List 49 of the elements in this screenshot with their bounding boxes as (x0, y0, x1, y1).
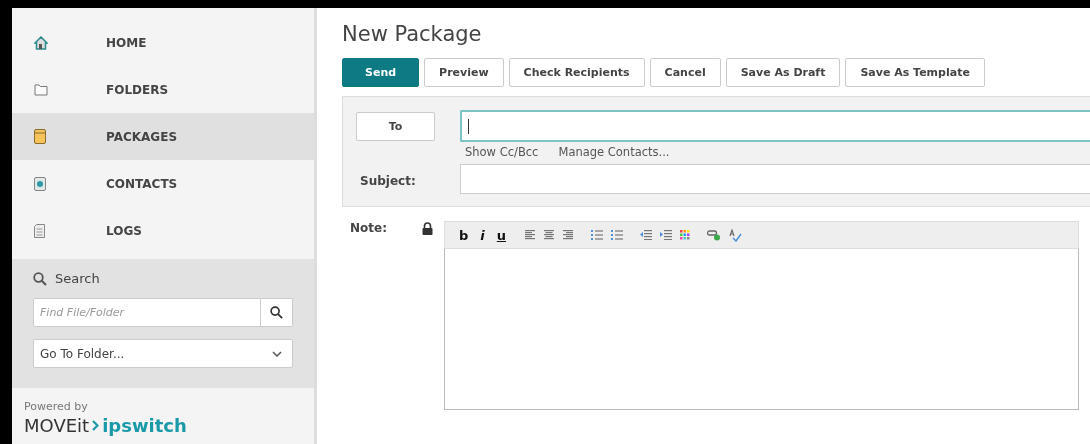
page-title: New Package (342, 22, 483, 46)
action-button[interactable]: Preview (424, 58, 504, 87)
action-button[interactable]: Save As Draft (725, 58, 841, 87)
bulleted-list-icon[interactable] (591, 230, 604, 240)
contacts-icon (34, 176, 46, 191)
color-grid-icon[interactable] (680, 230, 691, 240)
company-logo: ipswitch (102, 415, 187, 436)
find-field[interactable]: Find File/Folder (33, 298, 261, 327)
underline-button[interactable]: u (494, 227, 509, 243)
link[interactable]: Show Cc/Bcc (465, 145, 539, 159)
house-icon (34, 35, 48, 50)
link-icon[interactable] (707, 229, 722, 241)
action-button[interactable]: Cancel (649, 58, 721, 87)
nav-item[interactable]: HOME (12, 19, 314, 66)
document-icon (34, 223, 45, 238)
link[interactable]: Manage Contacts... (558, 145, 670, 159)
search-icon (33, 271, 47, 286)
action-button[interactable]: Send (342, 58, 420, 87)
nav-item[interactable]: FOLDERS (12, 66, 314, 113)
nav-item[interactable]: LOGS (12, 207, 314, 254)
folder-dropdown[interactable]: Go To Folder... (33, 339, 293, 368)
lock-icon (422, 222, 433, 235)
search-heading: Search (55, 271, 100, 286)
outdent-icon[interactable] (640, 230, 653, 240)
action-button[interactable]: Check Recipients (508, 58, 645, 87)
action-button[interactable]: Save As Template (845, 58, 985, 87)
italic-button[interactable]: i (478, 227, 487, 243)
search-icon (270, 306, 283, 319)
align-center-icon[interactable] (544, 230, 556, 240)
subject-field[interactable] (460, 164, 1090, 194)
folder-icon (34, 83, 48, 96)
chevron-right-icon (92, 420, 100, 431)
numbered-list-icon[interactable] (611, 230, 624, 240)
align-left-icon[interactable] (525, 230, 537, 240)
indent-icon[interactable] (660, 230, 673, 240)
subject-label: Subject: (359, 173, 416, 188)
nav-item[interactable]: CONTACTS (12, 160, 314, 207)
nav-item[interactable]: PACKAGES (12, 113, 314, 160)
note-label: Note: (349, 221, 388, 235)
bold-button[interactable]: b (457, 227, 471, 243)
to-button[interactable]: To (356, 111, 435, 141)
package-icon (34, 129, 46, 144)
align-right-icon[interactable] (563, 230, 575, 240)
product-logo: MOVEit (24, 415, 90, 436)
chevron-down-icon (272, 350, 282, 357)
search-button[interactable] (261, 298, 293, 327)
spellcheck-icon[interactable] (729, 228, 743, 242)
to-field[interactable] (460, 110, 1090, 142)
powered-by-text: Powered by (24, 400, 89, 413)
